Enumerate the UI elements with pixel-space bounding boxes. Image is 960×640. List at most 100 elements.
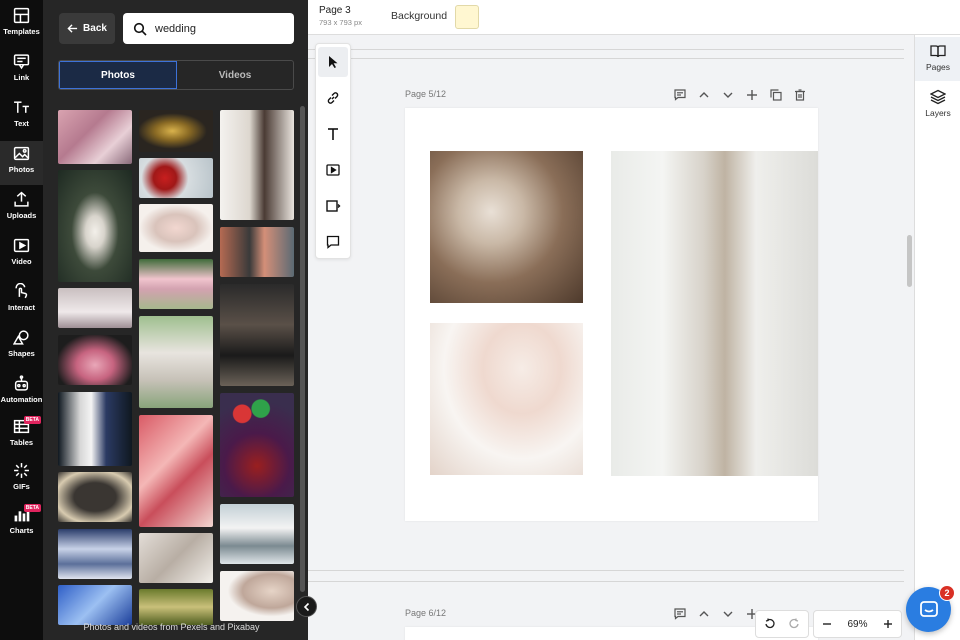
rail-item-gifs[interactable]: GIFs <box>0 458 43 502</box>
background-label: Background <box>391 10 448 22</box>
book-icon <box>930 45 946 58</box>
photo-result-thumbnail[interactable] <box>220 227 294 277</box>
photo-result-thumbnail[interactable] <box>139 533 213 583</box>
chevron-down-icon <box>723 92 733 98</box>
rail-label: Interact <box>7 303 36 312</box>
rail-item-templates[interactable]: Templates <box>0 3 43 47</box>
photo-result-thumbnail[interactable] <box>220 284 294 386</box>
redo-icon <box>789 618 799 629</box>
comment-tool[interactable] <box>318 227 348 257</box>
photo-result-thumbnail[interactable] <box>58 392 132 466</box>
photo-result-thumbnail[interactable] <box>58 472 132 522</box>
photo-results-grid <box>43 0 308 640</box>
photos-icon <box>13 146 30 161</box>
right-sidebar: Pages Layers <box>914 35 960 640</box>
copy-icon <box>770 89 782 101</box>
rail-item-link[interactable]: Link <box>0 49 43 93</box>
shape-tool[interactable] <box>318 191 348 221</box>
page-move-up-button[interactable] <box>692 87 716 103</box>
text-tool[interactable] <box>318 119 348 149</box>
zoom-in-button[interactable] <box>875 611 901 637</box>
rail-item-automation[interactable]: Automation <box>0 371 43 415</box>
photo-result-thumbnail[interactable] <box>220 504 294 564</box>
page-duplicate-button[interactable] <box>764 87 788 103</box>
link-tool[interactable] <box>318 83 348 113</box>
photo-result-thumbnail[interactable] <box>139 110 213 152</box>
history-controls <box>755 610 809 638</box>
layers-panel-button[interactable]: Layers <box>915 83 960 127</box>
lace-photo[interactable] <box>430 151 583 303</box>
rail-item-interact[interactable]: Interact <box>0 279 43 323</box>
rail-item-photos[interactable]: Photos <box>0 141 43 185</box>
page-add-button[interactable] <box>740 87 764 103</box>
photo-result-thumbnail[interactable] <box>220 571 294 621</box>
rail-item-shapes[interactable]: Shapes <box>0 325 43 369</box>
rail-item-tables[interactable]: BETA Tables <box>0 414 43 458</box>
divider <box>308 570 904 571</box>
photo-result-thumbnail[interactable] <box>58 170 132 282</box>
photo-result-thumbnail[interactable] <box>139 415 213 527</box>
page-5[interactable] <box>405 108 818 521</box>
photo-result-thumbnail[interactable] <box>139 259 213 309</box>
zoom-level: 69% <box>847 618 868 630</box>
notification-badge: 2 <box>939 585 955 601</box>
back-button-label: Back <box>83 23 107 34</box>
select-tool[interactable] <box>318 47 348 77</box>
minus-icon <box>823 623 831 625</box>
collapse-panel-button[interactable] <box>296 596 317 617</box>
photo-result-thumbnail[interactable] <box>139 204 213 252</box>
rail-item-text[interactable]: Text <box>0 95 43 139</box>
photo-result-thumbnail[interactable] <box>58 335 132 385</box>
photo-result-thumbnail[interactable] <box>58 529 132 579</box>
page-move-down-button[interactable] <box>716 606 740 622</box>
rail-item-charts[interactable]: BETA Charts <box>0 502 43 546</box>
search-icon <box>133 22 147 36</box>
background-color-swatch[interactable] <box>455 5 479 29</box>
plus-icon <box>884 620 892 628</box>
text-icon <box>14 101 29 113</box>
chevron-left-icon <box>303 602 309 611</box>
search-box <box>123 13 294 44</box>
pages-panel-button[interactable]: Pages <box>915 37 960 81</box>
beta-badge: BETA <box>23 416 41 424</box>
uploads-icon <box>14 191 29 207</box>
video-tool[interactable] <box>318 155 348 185</box>
canvas-scrollbar[interactable] <box>907 235 912 287</box>
undo-button[interactable] <box>756 611 782 637</box>
rail-item-uploads[interactable]: Uploads <box>0 187 43 231</box>
photo-result-thumbnail[interactable] <box>220 110 294 220</box>
photo-result-thumbnail[interactable] <box>58 288 132 328</box>
photo-result-thumbnail[interactable] <box>139 589 213 625</box>
rail-label: Text <box>14 119 29 128</box>
photo-result-thumbnail[interactable] <box>139 316 213 408</box>
search-input[interactable] <box>155 22 285 35</box>
automation-icon <box>14 375 29 391</box>
page-comment-button[interactable] <box>668 87 692 103</box>
tab-videos[interactable]: Videos <box>177 61 293 89</box>
zoom-out-button[interactable] <box>814 611 840 637</box>
back-button[interactable]: Back <box>59 13 115 44</box>
photo-result-thumbnail[interactable] <box>58 110 132 164</box>
zoom-controls: 69% <box>813 610 902 638</box>
rail-item-video[interactable]: Video <box>0 233 43 277</box>
chat-icon <box>919 600 938 617</box>
page-move-down-button[interactable] <box>716 87 740 103</box>
link-icon <box>13 54 30 70</box>
gifs-icon <box>14 463 29 478</box>
page-move-up-button[interactable] <box>692 606 716 622</box>
photo-result-thumbnail[interactable] <box>220 393 294 497</box>
panel-scrollbar[interactable] <box>300 106 305 592</box>
tab-photos[interactable]: Photos <box>59 61 177 89</box>
lace-closeup-photo[interactable] <box>430 323 583 475</box>
page-label: Page 5/12 <box>405 89 447 99</box>
beta-badge: BETA <box>23 504 41 512</box>
video-icon <box>326 164 340 176</box>
page-comment-button[interactable] <box>668 606 692 622</box>
photo-result-thumbnail[interactable] <box>139 158 213 198</box>
redo-button[interactable] <box>782 611 808 637</box>
photo-result-thumbnail[interactable] <box>58 585 132 625</box>
bride-photo[interactable] <box>611 151 818 476</box>
trash-icon <box>795 89 805 101</box>
page-delete-button[interactable] <box>788 87 812 103</box>
pages-label: Pages <box>925 62 951 72</box>
